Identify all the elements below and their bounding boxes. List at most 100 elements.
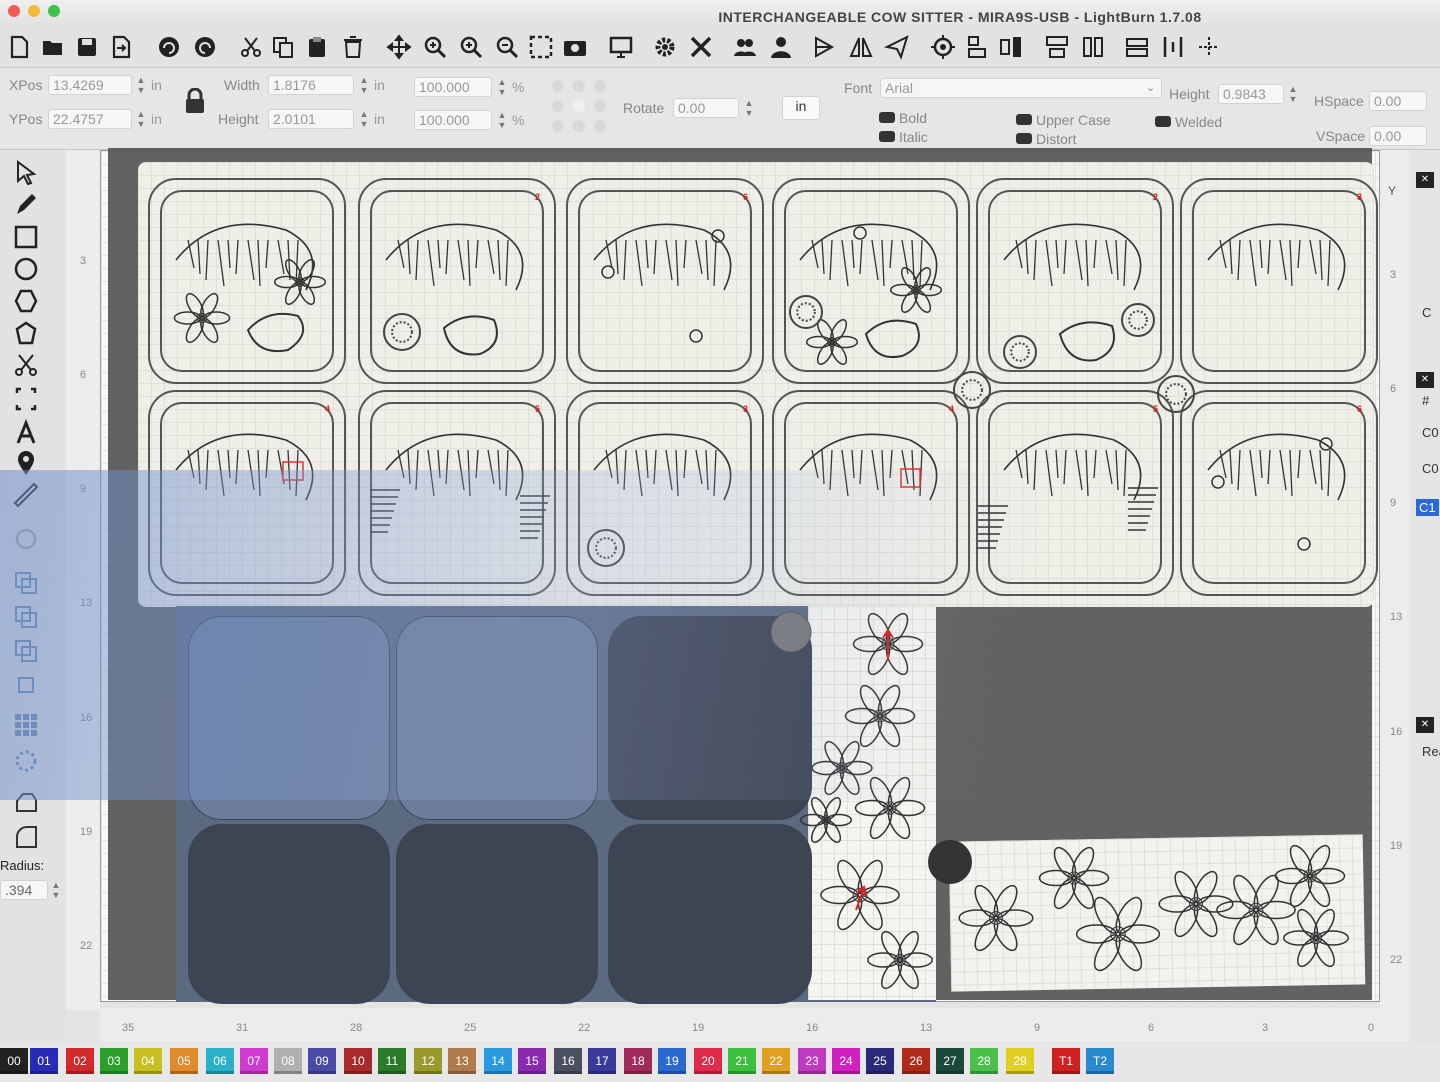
cow-tile-bottom-6[interactable]: 6 [1180, 390, 1378, 596]
cow-tile-bottom-3[interactable]: 3 [566, 390, 764, 596]
welded-checkbox[interactable] [1155, 116, 1171, 127]
corner-icon[interactable] [8, 822, 44, 852]
users-icon[interactable] [730, 31, 760, 63]
palette-swatch-21[interactable]: 21 [728, 1048, 756, 1074]
layer-item[interactable]: C0 [1422, 461, 1439, 476]
italic-checkbox[interactable] [879, 131, 895, 142]
ellipse-icon[interactable] [8, 254, 44, 284]
palette-swatch-03[interactable]: 03 [100, 1048, 128, 1074]
distort-checkbox[interactable] [1016, 133, 1032, 144]
palette-swatch-22[interactable]: 22 [762, 1048, 790, 1074]
layer-item[interactable]: Rea [1422, 744, 1440, 759]
palette-swatch-04[interactable]: 04 [134, 1048, 162, 1074]
scale-y-spinner[interactable]: ▲ ▼ [496, 110, 508, 132]
palette-swatch-25[interactable]: 25 [866, 1048, 894, 1074]
anchor-grid[interactable] [550, 78, 610, 134]
zoom-window-button[interactable] [48, 5, 60, 17]
palette-swatch-10[interactable]: 10 [344, 1048, 372, 1074]
palette-swatch-20[interactable]: 20 [694, 1048, 722, 1074]
distribute-v-icon[interactable] [1078, 31, 1108, 63]
palette-swatch-27[interactable]: 27 [936, 1048, 964, 1074]
font-dropdown[interactable]: Arial [880, 78, 1162, 98]
grid-icon[interactable] [1122, 31, 1152, 63]
mirror-icon[interactable] [846, 31, 876, 63]
chevron-down-icon[interactable]: ⌄ [1146, 81, 1155, 94]
text-height-field[interactable]: 0.9843 [1218, 84, 1284, 104]
new-file-icon[interactable] [4, 31, 34, 63]
array-icon[interactable] [8, 710, 44, 740]
palette-swatch-29[interactable]: 29 [1006, 1048, 1034, 1074]
monitor-icon[interactable] [606, 31, 636, 63]
ungroup-icon[interactable] [8, 602, 44, 632]
scale-x-spinner[interactable]: ▲ ▼ [496, 77, 508, 99]
rectangle-icon[interactable] [8, 222, 44, 252]
palette-swatch-T1[interactable]: T1 [1052, 1048, 1080, 1074]
scale-y-field[interactable]: 100.000 [414, 110, 492, 130]
target-icon[interactable] [928, 31, 958, 63]
cow-tile-top-3[interactable]: 6 [566, 178, 764, 384]
cow-tile-top-5[interactable]: 2 [976, 178, 1174, 384]
select-arrow-icon[interactable] [8, 158, 44, 188]
palette-swatch-14[interactable]: 14 [484, 1048, 512, 1074]
width-field[interactable]: 1.8176 [268, 75, 354, 95]
import-icon[interactable] [106, 31, 136, 63]
palette-swatch-01[interactable]: 01 [30, 1048, 58, 1074]
frame-select-icon[interactable] [526, 31, 556, 63]
palette-swatch-24[interactable]: 24 [832, 1048, 860, 1074]
send-icon[interactable] [882, 31, 912, 63]
flip-icon[interactable] [810, 31, 840, 63]
crosshair-icon[interactable] [1194, 31, 1224, 63]
ypos-spinner[interactable]: ▲ ▼ [135, 109, 147, 131]
paste-icon[interactable] [302, 31, 332, 63]
palette-swatch-13[interactable]: 13 [448, 1048, 476, 1074]
cow-tile-top-4[interactable] [772, 178, 970, 384]
save-icon[interactable] [72, 31, 102, 63]
palette-swatch-28[interactable]: 28 [970, 1048, 998, 1074]
cow-tile-bottom-2[interactable]: 5 [358, 390, 556, 596]
cow-tile-bottom-5[interactable]: 5 [976, 390, 1174, 596]
bold-checkbox[interactable] [879, 112, 895, 123]
redo-icon[interactable] [190, 31, 220, 63]
frame-icon[interactable] [8, 384, 44, 414]
layer-item[interactable]: C0 [1422, 425, 1439, 440]
settings-icon[interactable] [650, 31, 680, 63]
palette-swatch-15[interactable]: 15 [518, 1048, 546, 1074]
layer-item[interactable]: C [1422, 305, 1431, 320]
camera-icon[interactable] [560, 31, 590, 63]
pen-icon[interactable] [8, 190, 44, 220]
palette-swatch-23[interactable]: 23 [798, 1048, 826, 1074]
polyline-icon[interactable] [8, 318, 44, 348]
units-button[interactable]: in [782, 96, 820, 120]
cow-tile-bottom-4[interactable]: 4 [772, 390, 970, 596]
palette-swatch-26[interactable]: 26 [902, 1048, 930, 1074]
close-icon[interactable]: ✕ [1416, 172, 1434, 188]
align-center-icon[interactable] [996, 31, 1026, 63]
ypos-field[interactable]: 22.4757 [48, 109, 132, 129]
distribute-icon[interactable] [1042, 31, 1072, 63]
palette-swatch-07[interactable]: 07 [240, 1048, 268, 1074]
palette-swatch-19[interactable]: 19 [658, 1048, 686, 1074]
palette-swatch-17[interactable]: 17 [588, 1048, 616, 1074]
vspace-field[interactable]: 0.00 [1369, 126, 1427, 146]
cow-tile-top-1[interactable] [148, 178, 346, 384]
polygon-icon[interactable] [8, 286, 44, 316]
upper-case-checkbox[interactable] [1016, 114, 1032, 125]
align-left-icon[interactable] [962, 31, 992, 63]
delete-icon[interactable] [338, 31, 368, 63]
cow-tile-top-6[interactable]: 3 [1180, 178, 1378, 384]
width-spinner[interactable]: ▲ ▼ [358, 75, 370, 97]
cut-icon[interactable] [236, 31, 266, 63]
circle-icon[interactable] [8, 524, 44, 554]
palette-swatch-09[interactable]: 09 [308, 1048, 336, 1074]
cow-tile-top-2[interactable]: 2 [358, 178, 556, 384]
palette-swatch-02[interactable]: 02 [66, 1048, 94, 1074]
xpos-field[interactable]: 13.4269 [48, 75, 132, 95]
radial-array-icon[interactable] [8, 746, 44, 776]
palette-swatch-05[interactable]: 05 [170, 1048, 198, 1074]
copy-icon[interactable] [268, 31, 298, 63]
radius-spinner[interactable]: ▲ ▼ [50, 880, 62, 902]
zoom-in-icon[interactable] [420, 31, 450, 63]
layer-item[interactable]: C1 [1416, 499, 1439, 516]
palette-swatch-00[interactable]: 00 [0, 1048, 28, 1074]
scissors-icon[interactable] [8, 350, 44, 380]
